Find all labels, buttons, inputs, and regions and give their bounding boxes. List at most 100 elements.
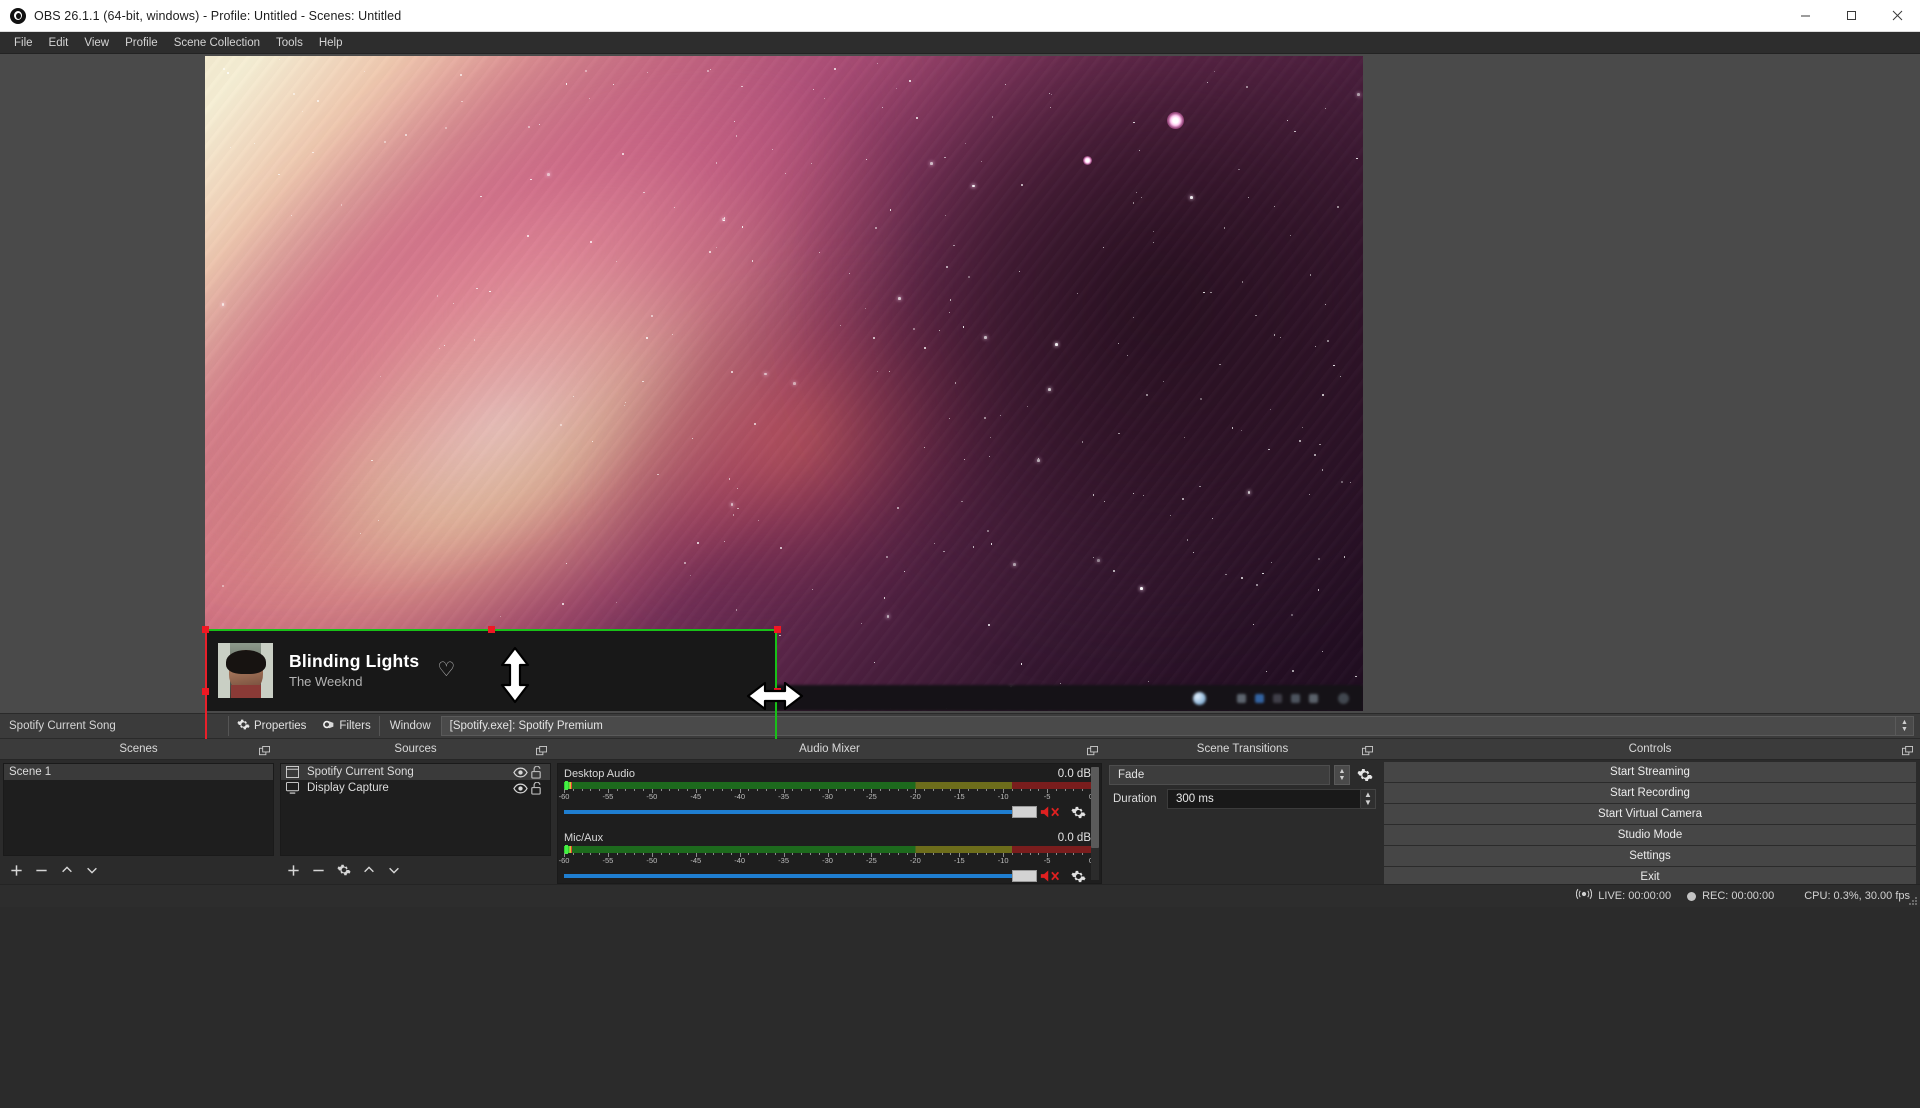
move-scene-down-button[interactable] [79, 858, 104, 882]
db-tick [853, 789, 855, 791]
audio-settings-gear-icon[interactable] [1065, 805, 1091, 820]
studio-mode-button[interactable]: Studio Mode [1384, 825, 1916, 845]
star [380, 375, 382, 377]
source-list-item[interactable]: Spotify Current Song [281, 764, 550, 780]
star [877, 370, 879, 372]
star [1211, 517, 1213, 520]
transition-select[interactable]: Fade [1109, 765, 1330, 785]
speaker-muted-icon[interactable] [1037, 868, 1065, 883]
volume-slider-knob[interactable] [1012, 806, 1037, 818]
volume-slider[interactable] [564, 868, 1037, 883]
visibility-eye-icon[interactable] [512, 766, 528, 778]
filters-button[interactable]: Filters [314, 714, 378, 738]
volume-slider-knob[interactable] [1012, 870, 1037, 882]
star [1317, 557, 1320, 560]
star [364, 71, 366, 73]
star [1333, 364, 1335, 366]
star [1246, 86, 1248, 88]
star [1341, 481, 1343, 484]
remove-scene-button[interactable] [29, 858, 54, 882]
star [650, 315, 653, 318]
star [734, 120, 736, 123]
start-streaming-button[interactable]: Start Streaming [1384, 762, 1916, 782]
spotify-current-song-source[interactable]: Blinding Lights The Weeknd ♡ [205, 629, 777, 711]
db-tick [678, 853, 680, 855]
star [943, 551, 945, 553]
star [671, 334, 673, 336]
window-select-spinner-icon[interactable]: ▲ ▼ [1896, 716, 1914, 736]
menu-item-profile[interactable]: Profile [117, 34, 166, 52]
maximize-icon[interactable] [1828, 0, 1874, 32]
menu-item-view[interactable]: View [76, 34, 117, 52]
visibility-eye-icon[interactable] [512, 782, 528, 794]
sources-list[interactable]: Spotify Current Song Display Capture [280, 763, 551, 856]
source-properties-button[interactable] [331, 858, 356, 882]
settings-button[interactable]: Settings [1384, 846, 1916, 866]
star [1037, 459, 1040, 462]
undock-icon[interactable] [1087, 744, 1098, 756]
preview-area[interactable]: Blinding Lights The Weeknd ♡ [0, 54, 1920, 758]
remove-source-button[interactable] [306, 858, 331, 882]
undock-icon[interactable] [259, 744, 270, 756]
audio-mixer-body[interactable]: Desktop Audio 0.0 dB -60 -55 -50 -45 -40 -35 -… [557, 763, 1102, 884]
transition-spinner-icon[interactable]: ▲ ▼ [1334, 765, 1350, 785]
undock-icon[interactable] [536, 744, 547, 756]
menu-item-help[interactable]: Help [311, 34, 351, 52]
scene-transitions-dock: Scene Transitions Fade ▲ ▼ Duration 300 … [1105, 739, 1380, 884]
scene-list-item[interactable]: Scene 1 [4, 764, 273, 780]
db-tick [757, 789, 759, 791]
db-tick [1055, 789, 1057, 791]
menu-item-tools[interactable]: Tools [268, 34, 311, 52]
exit-button[interactable]: Exit [1384, 867, 1916, 884]
star [1092, 556, 1094, 558]
add-scene-button[interactable] [4, 858, 29, 882]
lock-open-icon[interactable] [528, 781, 544, 795]
window-select[interactable]: [Spotify.exe]: Spotify Premium [440, 716, 1896, 736]
db-tick [1011, 789, 1013, 791]
menu-item-file[interactable]: File [6, 34, 41, 52]
duration-input[interactable]: 300 ms [1167, 789, 1361, 809]
undock-icon[interactable] [1362, 744, 1373, 756]
move-scene-up-button[interactable] [54, 858, 79, 882]
close-icon[interactable] [1874, 0, 1920, 32]
audio-level-meter [564, 845, 1091, 854]
menu-item-scene-collection[interactable]: Scene Collection [166, 34, 268, 52]
lock-open-icon[interactable] [528, 765, 544, 779]
db-tick [950, 853, 952, 855]
audio-settings-gear-icon[interactable] [1065, 869, 1091, 884]
menu-item-edit[interactable]: Edit [41, 34, 77, 52]
volume-slider[interactable] [564, 804, 1037, 820]
properties-button[interactable]: Properties [229, 714, 314, 738]
star [615, 602, 617, 604]
heart-outline-icon[interactable]: ♡ [437, 660, 455, 680]
move-source-down-button[interactable] [381, 858, 406, 882]
start-virtual-camera-button[interactable]: Start Virtual Camera [1384, 804, 1916, 824]
minimize-icon[interactable] [1782, 0, 1828, 32]
star [1269, 408, 1272, 411]
star [949, 417, 951, 420]
db-tick-label: -5 [1043, 856, 1051, 865]
source-list-item[interactable]: Display Capture [281, 780, 550, 796]
transition-settings-gear-icon[interactable] [1354, 767, 1376, 783]
db-tick-label: -20 [909, 792, 921, 801]
star [657, 473, 659, 476]
preview-canvas[interactable]: Blinding Lights The Weeknd ♡ [205, 56, 1363, 711]
source-toolbar: Spotify Current Song Properties Filters … [0, 713, 1920, 739]
add-source-button[interactable] [281, 858, 306, 882]
resize-grip-icon[interactable] [1906, 893, 1918, 905]
start-recording-button[interactable]: Start Recording [1384, 783, 1916, 803]
star [1077, 292, 1079, 295]
move-source-up-button[interactable] [356, 858, 381, 882]
star [873, 337, 875, 339]
star [1049, 107, 1051, 109]
undock-icon[interactable] [1902, 744, 1913, 756]
duration-spinner-icon[interactable]: ▲ ▼ [1361, 789, 1376, 809]
star [988, 624, 990, 627]
speaker-muted-icon[interactable] [1037, 804, 1065, 820]
star [1299, 440, 1301, 442]
scrollbar-thumb[interactable] [1091, 767, 1099, 849]
star [1193, 551, 1195, 554]
db-tick-label: -10 [997, 856, 1009, 865]
scenes-list[interactable]: Scene 1 [3, 763, 274, 856]
audio-mixer-scrollbar[interactable] [1091, 767, 1099, 880]
